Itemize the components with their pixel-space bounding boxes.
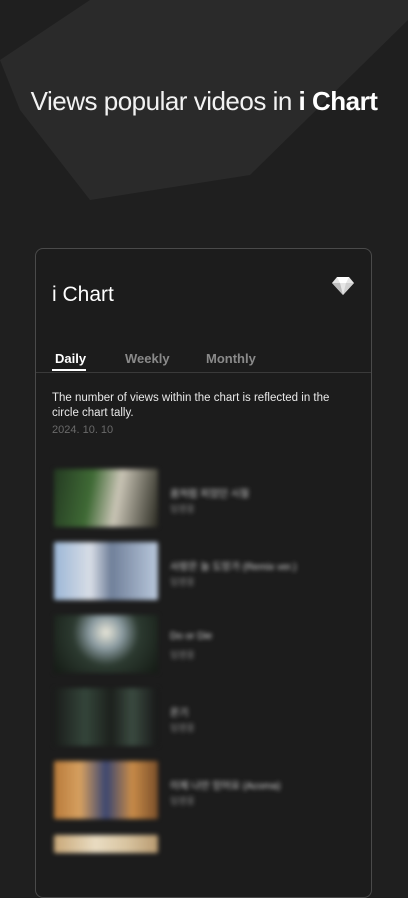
video-thumbnail [54,761,158,819]
video-thumbnail [54,688,158,746]
video-item[interactable]: 꿈처럼 피었던 시절 임영웅 [54,469,354,529]
video-artist: 임영웅 [170,650,195,660]
period-tabs: Daily Weekly Monthly [36,345,371,373]
video-thumbnail [54,835,158,853]
tab-daily[interactable]: Daily [55,351,86,366]
headline-prefix: Views popular videos in [30,86,299,116]
i-chart-card: i Chart Daily Weekly Monthly The number … [35,248,372,898]
video-title: 온기 [170,708,189,719]
tabs-divider [36,372,371,373]
video-artist: 임영웅 [170,577,195,587]
chart-notice: The number of views within the chart is … [52,392,330,419]
video-item[interactable]: 온기 임영웅 [54,688,354,748]
video-item[interactable]: 사랑은 늘 도망가 (Remix ver.) 임영웅 [54,542,354,602]
video-title: 이제 나만 믿어요 (Acoma) [170,781,281,792]
video-item[interactable] [54,835,354,895]
video-title: Do or Die [170,631,213,642]
chart-date: 2024. 10. 10 [52,424,114,436]
tab-weekly[interactable]: Weekly [125,351,170,366]
card-title: i Chart [52,283,114,306]
video-item[interactable]: Do or Die 임영웅 [54,615,354,675]
video-title: 꿈처럼 피었던 시절 [170,489,250,500]
video-thumbnail [54,615,158,673]
active-tab-indicator [52,369,86,371]
video-artist: 임영웅 [170,723,195,733]
video-thumbnail [54,542,158,600]
video-item[interactable]: 이제 나만 믿어요 (Acoma) 임영웅 [54,761,354,821]
headline-brand: i Chart [298,86,378,116]
headline: Views popular videos in i Chart [0,86,408,117]
video-artist: 임영웅 [170,504,195,514]
video-title: 사랑은 늘 도망가 (Remix ver.) [170,562,297,573]
video-thumbnail [54,469,158,527]
video-artist: 임영웅 [170,796,195,806]
diamond-icon [332,277,354,295]
tab-monthly[interactable]: Monthly [206,351,256,366]
